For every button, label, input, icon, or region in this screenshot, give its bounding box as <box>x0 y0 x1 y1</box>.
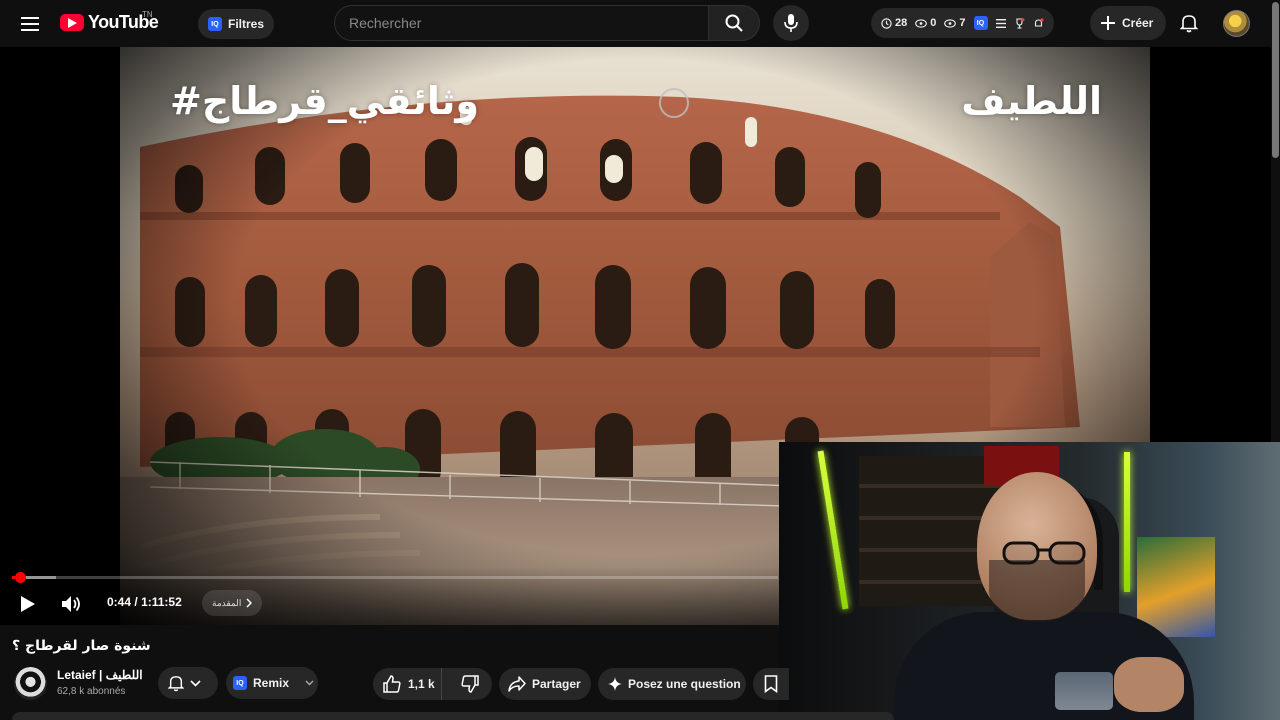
trophy-icon[interactable] <box>1014 17 1025 29</box>
voice-search-button[interactable] <box>773 5 809 41</box>
video-title: شنوة صار لقرطاج ؟ <box>12 638 151 654</box>
ask-label: Posez une question <box>628 677 741 691</box>
menu-icon[interactable] <box>14 8 46 40</box>
time-total: 1:11:52 <box>141 595 182 609</box>
like-button[interactable]: 1,1 k <box>373 668 442 700</box>
time-display: 0:44 / 1:11:52 <box>107 595 182 609</box>
sparkle-icon <box>608 677 622 691</box>
eye-icon <box>915 18 928 28</box>
progress-bar[interactable] <box>12 572 778 583</box>
subscriber-count: 62,8 k abonnés <box>57 686 126 697</box>
like-dislike-group: 1,1 k <box>373 668 492 700</box>
search-input[interactable] <box>334 5 708 41</box>
description-box-edge[interactable] <box>12 712 894 720</box>
microphone-icon <box>784 14 798 32</box>
bell-icon <box>1180 15 1198 33</box>
views-stat-b: 7 <box>944 17 966 29</box>
dislike-button[interactable] <box>448 668 492 700</box>
overlay-channel-mark: اللطيف <box>961 79 1102 123</box>
share-button[interactable]: Partager <box>499 668 591 700</box>
bell-icon <box>168 676 184 692</box>
plus-icon <box>1101 16 1115 30</box>
channel-actions-row: Letaief | اللطيف 62,8 k abonnés IQ Remix… <box>12 666 789 702</box>
iq-badge-icon: IQ <box>208 17 222 31</box>
notification-badge-icon[interactable] <box>1033 17 1044 29</box>
channel-name[interactable]: Letaief | اللطيف <box>57 668 143 682</box>
share-label: Partager <box>532 677 581 691</box>
iq-badge-icon: IQ <box>233 676 247 690</box>
overlay-hashtag: #وثائقي_قرطاج <box>170 79 480 123</box>
top-bar: YouTube TN IQ Filtres 28 0 7 IQ Cr <box>0 0 1280 47</box>
create-button[interactable]: Créer <box>1090 6 1167 40</box>
filters-label: Filtres <box>228 17 265 31</box>
country-code: TN <box>142 10 153 19</box>
watch-time-value: 28 <box>895 17 908 29</box>
thumbs-up-icon <box>383 675 401 693</box>
views-a-value: 0 <box>930 17 937 29</box>
share-icon <box>508 676 526 692</box>
search-bar <box>334 5 760 41</box>
youtube-logo[interactable]: YouTube TN <box>60 10 159 33</box>
subscription-bell-button[interactable] <box>158 667 218 699</box>
search-icon <box>725 14 743 32</box>
like-count: 1,1 k <box>408 677 435 691</box>
views-b-value: 7 <box>959 17 966 29</box>
time-separator: / <box>134 595 138 609</box>
webcam-poster <box>1137 537 1215 637</box>
chapter-label: المقدمة <box>212 597 242 608</box>
extension-stats-bar[interactable]: 28 0 7 IQ <box>871 8 1054 38</box>
chevron-down-icon <box>305 680 314 686</box>
volume-button[interactable] <box>57 590 85 618</box>
webcam-shirt-print <box>1055 672 1113 710</box>
remix-label: Remix <box>253 676 290 690</box>
chapter-button[interactable]: المقدمة <box>202 590 263 616</box>
iq-badge-icon[interactable]: IQ <box>973 16 988 30</box>
clock-icon <box>881 17 892 29</box>
eye-icon <box>944 18 957 28</box>
webcam-person-beard <box>989 560 1085 622</box>
views-stat-a: 0 <box>915 17 936 29</box>
filters-button[interactable]: IQ Filtres <box>198 9 275 39</box>
page-scrollbar-thumb[interactable] <box>1272 2 1279 158</box>
watch-time-stat: 28 <box>881 17 907 29</box>
chevron-right-icon <box>246 598 253 608</box>
webcam-overlay <box>779 442 1280 720</box>
scrubber-handle[interactable] <box>14 572 26 583</box>
webcam-person-hand <box>1114 657 1184 712</box>
chevron-down-icon <box>190 679 201 687</box>
notifications-button[interactable] <box>1174 8 1204 38</box>
search-button[interactable] <box>708 5 760 41</box>
ask-question-button[interactable]: Posez une question <box>598 668 746 700</box>
webcam-glasses <box>1002 541 1086 565</box>
create-label: Créer <box>1122 16 1154 30</box>
webcam-neon-right <box>1124 452 1130 592</box>
youtube-play-logo-icon <box>60 14 84 31</box>
list-icon[interactable] <box>995 18 1006 28</box>
thumbs-down-icon <box>461 675 479 693</box>
save-button[interactable] <box>753 668 789 700</box>
channel-avatar[interactable] <box>14 667 47 700</box>
time-current: 0:44 <box>107 595 132 609</box>
remix-button[interactable]: IQ Remix <box>226 667 318 699</box>
play-icon <box>21 596 35 612</box>
volume-icon <box>62 596 80 612</box>
account-avatar[interactable] <box>1223 10 1250 37</box>
bookmark-icon <box>764 675 778 693</box>
play-button[interactable] <box>14 590 42 618</box>
